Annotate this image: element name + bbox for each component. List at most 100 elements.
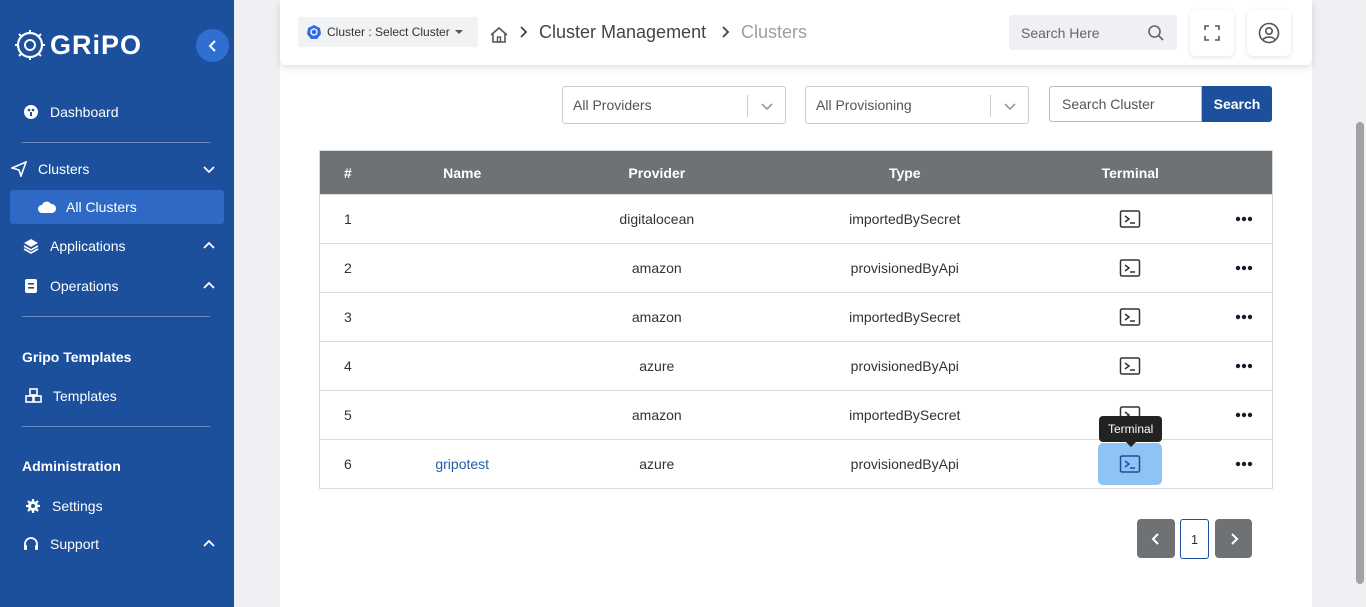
more-actions-button[interactable]	[1216, 342, 1272, 390]
chevron-right-icon	[1230, 532, 1238, 545]
terminal-icon	[1120, 455, 1141, 473]
chevron-up-icon	[203, 281, 215, 289]
table-row: 4 azure provisionedByApi	[320, 341, 1272, 390]
table-row: 2 amazon provisionedByApi	[320, 243, 1272, 292]
dashboard-icon	[22, 103, 40, 121]
row-name[interactable]	[376, 391, 549, 439]
sidebar-item-all-clusters[interactable]: All Clusters	[10, 190, 224, 224]
user-menu-button[interactable]	[1247, 10, 1291, 56]
search-button[interactable]: Search	[1202, 86, 1272, 122]
sidebar-item-templates[interactable]: Templates	[10, 379, 224, 413]
header-name: Name	[443, 164, 482, 181]
divider	[22, 426, 210, 427]
kubernetes-icon	[307, 25, 321, 39]
layers-icon	[22, 237, 40, 255]
chevron-up-icon	[203, 241, 215, 249]
chevron-up-icon	[203, 539, 215, 547]
sidebar-item-label: Applications	[50, 238, 126, 254]
search-placeholder: Search Here	[1021, 24, 1100, 41]
sidebar: GRiPO Dashboard Clusters All Clusters Ap…	[0, 0, 234, 607]
global-search-input[interactable]: Search Here	[1009, 15, 1177, 50]
ellipsis-icon	[1235, 314, 1253, 320]
more-actions-button[interactable]	[1216, 440, 1272, 488]
cluster-search-placeholder: Search Cluster	[1062, 96, 1155, 112]
sidebar-item-dashboard[interactable]: Dashboard	[10, 95, 224, 129]
next-page-button[interactable]	[1215, 519, 1252, 558]
sidebar-item-label: Operations	[50, 278, 119, 294]
row-number: 1	[344, 211, 352, 227]
row-type: provisionedByApi	[850, 456, 959, 472]
breadcrumb-cluster-management[interactable]: Cluster Management	[539, 22, 706, 43]
gear-icon	[24, 497, 42, 515]
row-type: provisionedByApi	[850, 260, 959, 276]
section-title-gripo-templates: Gripo Templates	[22, 349, 132, 365]
divider	[22, 142, 210, 143]
terminal-button[interactable]	[1044, 342, 1216, 390]
send-icon	[10, 160, 28, 178]
cluster-search-input[interactable]: Search Cluster	[1049, 86, 1202, 122]
row-name[interactable]	[376, 293, 549, 341]
more-actions-button[interactable]	[1216, 244, 1272, 292]
sidebar-item-settings[interactable]: Settings	[10, 489, 224, 523]
terminal-button[interactable]	[1044, 244, 1216, 292]
ellipsis-icon	[1235, 363, 1253, 369]
cluster-select[interactable]: Cluster : Select Cluster	[298, 17, 478, 47]
more-actions-button[interactable]	[1216, 293, 1272, 341]
provider-filter-value: All Providers	[573, 97, 652, 113]
row-number: 3	[344, 309, 352, 325]
sidebar-item-label: Settings	[52, 498, 103, 514]
row-provider: amazon	[631, 407, 682, 423]
chevron-left-icon	[208, 39, 216, 52]
row-name[interactable]	[376, 244, 549, 292]
section-title-administration: Administration	[22, 458, 121, 474]
terminal-tooltip: Terminal	[1099, 416, 1163, 447]
caret-down-icon	[454, 30, 463, 34]
gear-logo-icon	[15, 30, 45, 60]
more-actions-button[interactable]	[1216, 391, 1272, 439]
row-provider: azure	[639, 456, 675, 472]
sidebar-item-clusters[interactable]: Clusters	[10, 152, 224, 186]
terminal-icon	[1120, 357, 1141, 375]
brand-logo[interactable]: GRiPO	[14, 28, 142, 62]
breadcrumb-clusters: Clusters	[741, 22, 808, 42]
scrollbar-thumb[interactable]	[1356, 122, 1364, 584]
row-name-link[interactable]: gripotest	[376, 440, 549, 488]
search-icon[interactable]	[1147, 24, 1165, 42]
row-name[interactable]	[376, 342, 549, 390]
collapse-sidebar-button[interactable]	[196, 29, 229, 62]
fullscreen-button[interactable]	[1190, 10, 1234, 56]
header-number: #	[344, 164, 352, 181]
headset-icon	[22, 535, 40, 553]
row-provider: amazon	[631, 260, 682, 276]
chevron-right-icon	[722, 26, 730, 38]
sidebar-item-support[interactable]: Support	[10, 527, 224, 561]
row-name[interactable]	[376, 195, 549, 243]
chevron-down-icon	[1004, 103, 1016, 111]
table-header: # Name Provider Type Terminal	[320, 151, 1272, 194]
terminal-button[interactable]	[1044, 293, 1216, 341]
sidebar-item-applications[interactable]: Applications	[10, 229, 224, 263]
home-icon[interactable]	[489, 25, 509, 45]
ellipsis-icon	[1235, 461, 1253, 467]
ellipsis-icon	[1235, 265, 1253, 271]
terminal-button-hovered[interactable]	[1098, 443, 1163, 485]
row-type: importedBySecret	[849, 407, 961, 423]
terminal-button[interactable]	[1044, 195, 1216, 243]
provider-filter-select[interactable]: All Providers	[562, 86, 786, 124]
provisioning-filter-select[interactable]: All Provisioning	[805, 86, 1029, 124]
provisioning-filter-value: All Provisioning	[816, 97, 912, 113]
row-provider: azure	[639, 358, 675, 374]
sidebar-item-label: Templates	[53, 388, 117, 404]
sidebar-item-operations[interactable]: Operations	[10, 269, 224, 303]
more-actions-button[interactable]	[1216, 195, 1272, 243]
fullscreen-icon	[1204, 25, 1220, 41]
header-provider: Provider	[628, 164, 686, 181]
row-provider: amazon	[631, 309, 682, 325]
cluster-select-label: Cluster : Select Cluster	[327, 25, 450, 39]
ellipsis-icon	[1235, 216, 1253, 222]
cluster-name-link[interactable]: gripotest	[435, 456, 489, 472]
previous-page-button[interactable]	[1137, 519, 1175, 558]
brand-name: GRiPO	[50, 29, 143, 60]
page-number-button[interactable]: 1	[1180, 519, 1209, 559]
row-provider: digitalocean	[619, 211, 695, 227]
